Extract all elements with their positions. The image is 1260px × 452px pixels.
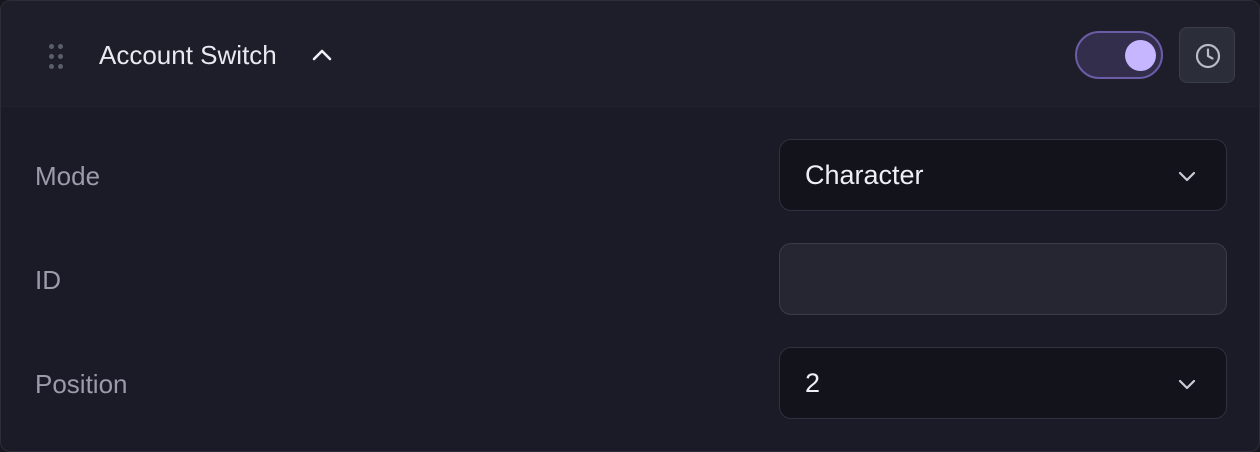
- clock-icon: [1195, 43, 1221, 69]
- position-select[interactable]: 2: [779, 347, 1227, 419]
- panel-header: Account Switch: [1, 1, 1259, 107]
- mode-label: Mode: [35, 161, 101, 191]
- position-select-value: 2: [805, 368, 821, 398]
- chevron-down-icon: [1178, 379, 1196, 390]
- mode-select[interactable]: Character: [779, 139, 1227, 211]
- history-button[interactable]: [1179, 27, 1235, 83]
- enable-toggle[interactable]: [1075, 31, 1163, 79]
- chevron-up-icon[interactable]: [310, 43, 334, 67]
- account-switch-panel: Account Switch Mode Character ID Positio…: [0, 0, 1260, 452]
- panel-title: Account Switch: [99, 40, 277, 70]
- position-label: Position: [35, 369, 128, 399]
- drag-handle-icon[interactable]: [49, 44, 63, 70]
- chevron-down-icon: [1178, 171, 1196, 182]
- toggle-knob: [1125, 40, 1156, 71]
- mode-select-value: Character: [805, 160, 924, 190]
- id-label: ID: [35, 265, 61, 295]
- id-input[interactable]: [779, 243, 1227, 315]
